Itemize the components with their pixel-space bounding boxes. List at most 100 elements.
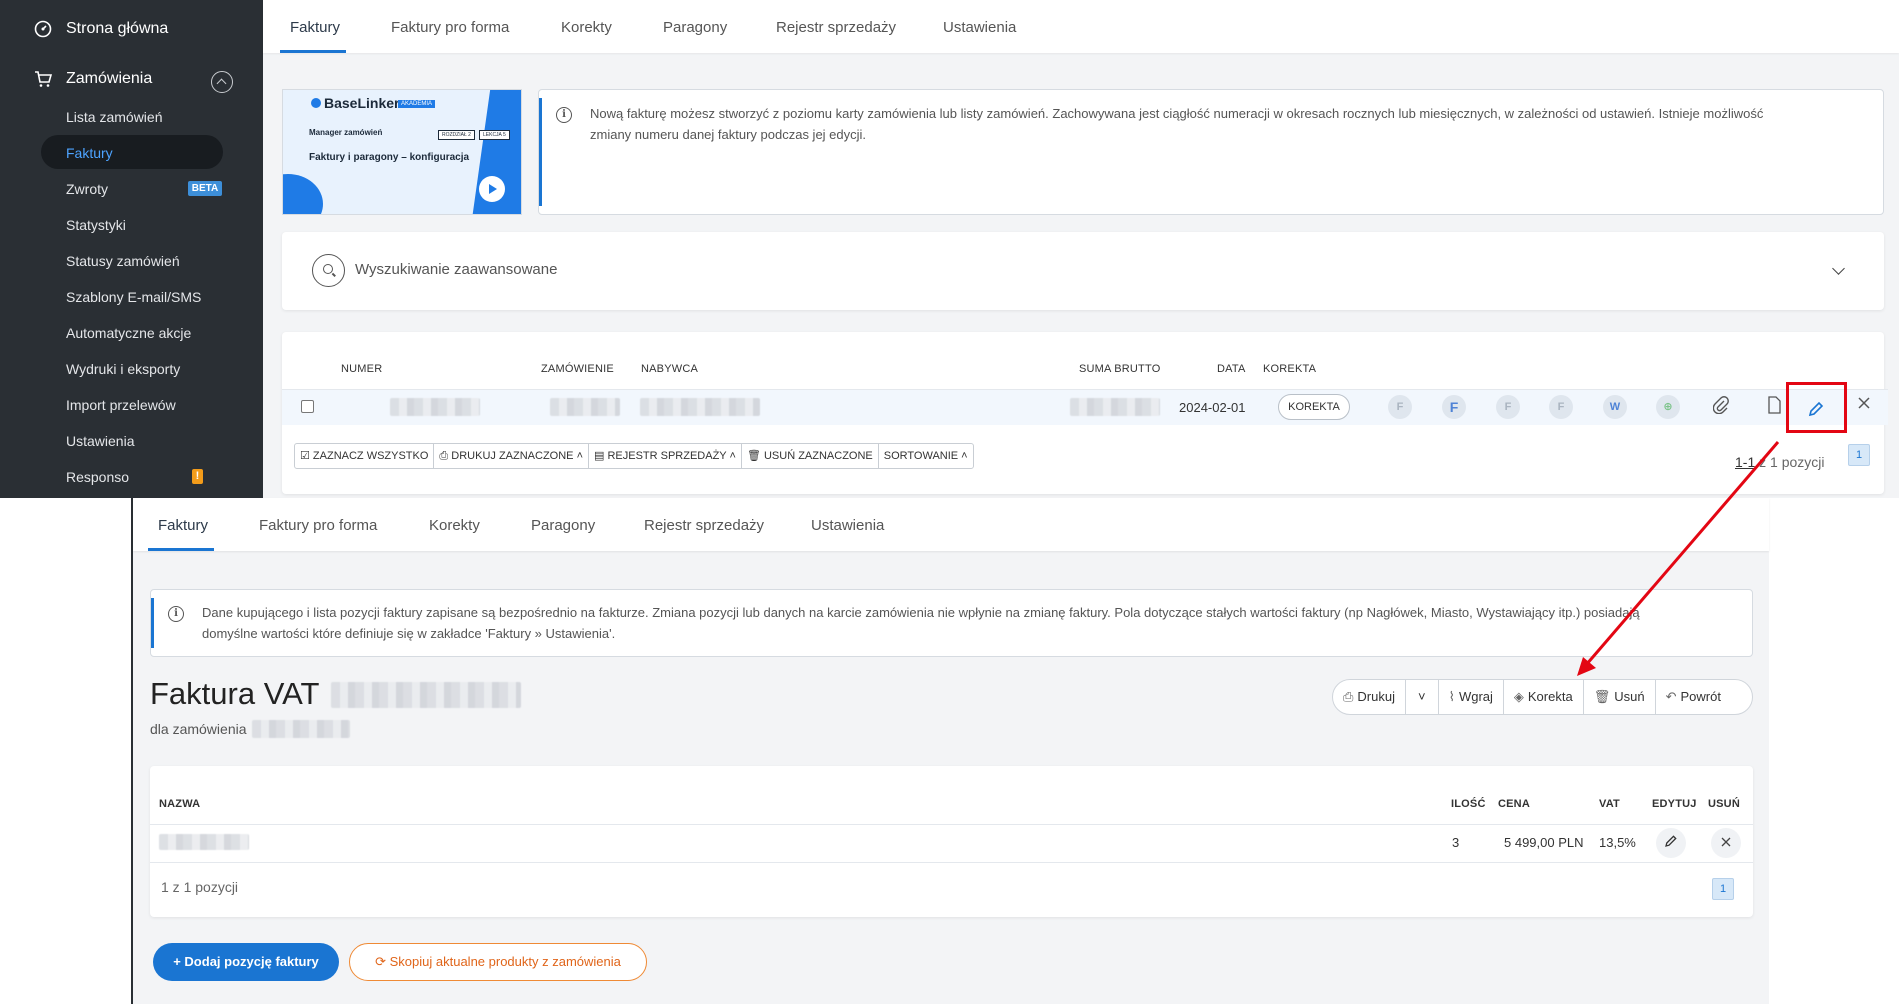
col-date: DATA (1217, 363, 1246, 375)
tab-settings[interactable]: Ustawienia (811, 498, 884, 551)
page-1-button[interactable]: 1 (1848, 444, 1870, 466)
invoice-title: Faktura VAT (150, 676, 320, 711)
tab-bar: Faktury Faktury pro forma Korekty Parago… (263, 0, 1899, 53)
play-icon[interactable] (479, 176, 505, 202)
redacted-invoice-number (331, 682, 521, 708)
tab-invoices[interactable]: Faktury (290, 0, 340, 53)
promo-chapter: ROZDZIAŁ 2 (438, 130, 475, 140)
collapse-icon[interactable] (211, 71, 233, 93)
info-box-bottom: i Dane kupującego i lista pozycji faktur… (150, 589, 1753, 657)
chevron-down-icon[interactable] (1832, 262, 1845, 275)
paperclip-icon: ⌇ (1448, 689, 1455, 704)
tab-sales-register[interactable]: Rejestr sprzedaży (776, 0, 896, 53)
sidebar-item-auto-actions[interactable]: Automatyczne akcje (66, 323, 191, 343)
back-button[interactable]: ↶ Powrót (1656, 680, 1731, 714)
col-price: CENA (1498, 798, 1530, 810)
sidebar-item-email-templates[interactable]: Szablony E-mail/SMS (66, 287, 201, 307)
sidebar-home[interactable]: Strona główna (34, 20, 168, 38)
printer-icon: ⎙ (439, 450, 452, 462)
info-icon: i (168, 606, 184, 622)
tab-invoices[interactable]: Faktury (158, 498, 208, 551)
promo-decor-circle (283, 174, 323, 214)
pdf-file-icon[interactable] (1762, 396, 1786, 418)
sidebar-home-label: Strona główna (66, 20, 169, 37)
active-tab-indicator (148, 548, 214, 551)
tab-corrections[interactable]: Korekty (561, 0, 612, 53)
invoice-items-card: NAZWA ILOŚĆ CENA VAT EDYTUJ USUŃ 3 5 499… (150, 766, 1753, 917)
sidebar-item-order-list[interactable]: Lista zamówień (66, 107, 163, 127)
delete-selected-button[interactable]: 🗑 USUŃ ZAZNACZONE (742, 444, 879, 468)
info-icon: i (556, 107, 572, 123)
tab-receipts[interactable]: Paragony (663, 0, 727, 53)
ifirma-icon[interactable]: F (1496, 395, 1520, 419)
correction-button[interactable]: KOREKTA (1278, 394, 1350, 420)
sorting-button[interactable]: SORTOWANIE ˄ (879, 444, 973, 468)
item-vat: 13,5% (1599, 835, 1636, 850)
tab-proforma[interactable]: Faktury pro forma (259, 498, 377, 551)
print-dropdown[interactable]: ˅ (1406, 680, 1439, 714)
info-bar (151, 598, 154, 648)
info-text-bottom: Dane kupującego i lista pozycji faktury … (202, 605, 1640, 641)
tab-proforma[interactable]: Faktury pro forma (391, 0, 509, 53)
sidebar-item-settings[interactable]: Ustawienia (66, 431, 134, 451)
back-arrow-icon: ↶ (1665, 689, 1677, 704)
delete-button[interactable]: 🗑 Usuń (1584, 680, 1656, 714)
tab-sales-register[interactable]: Rejestr sprzedaży (644, 498, 764, 551)
redacted-number (390, 398, 480, 416)
promo-lesson: LEKCJA 5 (479, 130, 510, 140)
col-correction: KOREKTA (1263, 363, 1317, 375)
invoice-subtitle: dla zamówienia (150, 721, 247, 737)
tab-settings[interactable]: Ustawienia (943, 0, 1016, 53)
sidebar-item-responso[interactable]: Responso (66, 467, 129, 487)
academy-badge: AKADEMIA (398, 100, 436, 108)
row-checkbox[interactable] (301, 400, 314, 413)
sidebar-item-invoices[interactable]: Faktury (66, 143, 113, 163)
pagination-text: 1-1 z 1 pozycji (1735, 454, 1825, 470)
fakturownia-icon[interactable]: F (1442, 395, 1466, 419)
sidebar-item-returns[interactable]: Zwroty (66, 179, 108, 199)
promo-video-thumbnail[interactable]: BaseLinker AKADEMIA Manager zamówień ROZ… (282, 89, 522, 215)
printer-icon: ⎙ (1343, 689, 1354, 704)
col-buyer: NABYWCA (641, 363, 699, 375)
pencil-icon[interactable] (1806, 399, 1826, 419)
sidebar-item-transfer-import[interactable]: Import przelewów (66, 395, 176, 415)
sidebar-orders[interactable]: Zamówienia (34, 70, 152, 88)
redacted-buyer (640, 398, 760, 416)
redacted-order-number (252, 720, 350, 738)
tab-receipts[interactable]: Paragony (531, 498, 595, 551)
select-all-button[interactable]: ☑ ZAZNACZ WSZYSTKO (295, 444, 435, 468)
tab-corrections[interactable]: Korekty (429, 498, 480, 551)
correction-action-button[interactable]: ◈ Korekta (1504, 680, 1584, 714)
advanced-search-panel[interactable]: Wyszukiwanie zaawansowane (282, 232, 1884, 310)
header-divider (150, 824, 1753, 825)
items-page-1-button[interactable]: 1 (1712, 878, 1734, 900)
info-box-top: i Nową fakturę możesz stworzyć z poziomu… (538, 89, 1884, 215)
sidebar-item-order-statuses[interactable]: Statusy zamówień (66, 251, 180, 271)
print-button[interactable]: ⎙ Drukuj (1333, 680, 1406, 714)
close-icon[interactable] (1711, 828, 1741, 858)
infakt-icon[interactable]: F (1549, 395, 1573, 419)
items-pagination-text: 1 z 1 pozycji (161, 879, 239, 895)
print-selected-button[interactable]: ⎙ DRUKUJ ZAZNACZONE ˄ (434, 444, 589, 468)
invoice-f-icon[interactable]: F (1388, 395, 1412, 419)
row-date: 2024-02-01 (1179, 400, 1246, 415)
invoice-list-card: NUMER ZAMÓWIENIE NABYWCA SUMA BRUTTO DAT… (282, 332, 1888, 494)
paperclip-icon[interactable] (1709, 396, 1733, 418)
trash-icon: 🗑 (746, 450, 764, 462)
plus-icon: + (173, 954, 185, 969)
dashboard-icon (34, 20, 52, 38)
upload-button[interactable]: ⌇ Wgraj (1439, 680, 1504, 714)
wfirma-icon[interactable]: W (1603, 395, 1627, 419)
close-icon[interactable] (1852, 396, 1876, 414)
trash-icon: 🗑 (1593, 689, 1611, 704)
sidebar-item-printouts[interactable]: Wydruki i eksporty (66, 359, 180, 379)
sales-register-button[interactable]: ▤ REJESTR SPRZEDAŻY ˄ (589, 444, 742, 468)
row-divider (150, 862, 1753, 863)
pencil-icon[interactable] (1656, 828, 1686, 858)
copy-products-button[interactable]: ⟳ Skopiuj aktualne produkty z zamówienia (349, 943, 647, 981)
info-text-top: Nową fakturę możesz stworzyć z poziomu k… (590, 106, 1764, 142)
sidebar-item-statistics[interactable]: Statystyki (66, 215, 126, 235)
subiekt-icon[interactable]: ⊕ (1656, 395, 1680, 419)
add-position-button[interactable]: + Dodaj pozycję faktury (153, 943, 339, 981)
tab-bar-bottom: Faktury Faktury pro forma Korekty Parago… (133, 498, 1769, 551)
